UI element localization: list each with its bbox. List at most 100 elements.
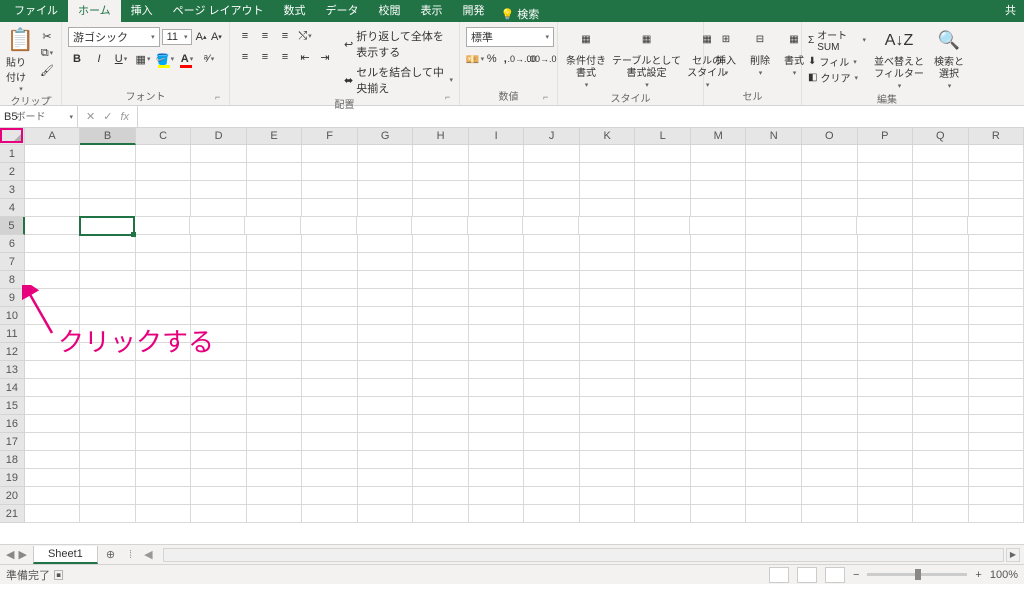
cell[interactable] [469, 505, 525, 523]
cell[interactable] [413, 451, 469, 469]
cell[interactable] [913, 235, 969, 253]
cell[interactable] [913, 415, 969, 433]
cell[interactable] [136, 343, 192, 361]
cell[interactable] [691, 235, 747, 253]
cell[interactable] [913, 217, 969, 235]
phonetic-button[interactable]: ᵃ⁄▾ [200, 50, 218, 68]
cell[interactable] [247, 145, 303, 163]
cell[interactable] [746, 415, 802, 433]
cell[interactable] [302, 145, 358, 163]
cell[interactable] [413, 163, 469, 181]
cell[interactable] [191, 253, 247, 271]
sheet-tab[interactable]: Sheet1 [33, 546, 98, 564]
cell[interactable] [469, 163, 525, 181]
cell[interactable] [913, 433, 969, 451]
cell[interactable] [802, 145, 858, 163]
underline-button[interactable]: U▾ [112, 50, 130, 68]
row-header[interactable]: 15 [0, 397, 25, 415]
cell[interactable] [524, 397, 580, 415]
cell[interactable] [580, 271, 636, 289]
cell[interactable] [247, 451, 303, 469]
cell[interactable] [802, 451, 858, 469]
cell[interactable] [913, 307, 969, 325]
cell[interactable] [858, 451, 914, 469]
row-header[interactable]: 20 [0, 487, 25, 505]
cell[interactable] [80, 451, 136, 469]
cell[interactable] [580, 397, 636, 415]
cell[interactable] [913, 469, 969, 487]
cell[interactable] [302, 433, 358, 451]
cell[interactable] [413, 145, 469, 163]
cell[interactable] [691, 271, 747, 289]
cell[interactable] [635, 397, 691, 415]
cell[interactable] [80, 307, 136, 325]
cell[interactable] [469, 433, 525, 451]
cell[interactable] [358, 433, 414, 451]
cell[interactable] [580, 199, 636, 217]
cell[interactable] [302, 235, 358, 253]
cell[interactable] [913, 379, 969, 397]
cell[interactable] [191, 379, 247, 397]
cell[interactable] [136, 487, 192, 505]
cell[interactable] [746, 253, 802, 271]
cell[interactable] [469, 451, 525, 469]
cell[interactable] [302, 487, 358, 505]
cell[interactable] [136, 199, 192, 217]
cell[interactable] [913, 199, 969, 217]
cell[interactable] [802, 235, 858, 253]
cell[interactable] [523, 217, 579, 235]
tab-review[interactable]: 校閲 [369, 0, 411, 22]
cell[interactable] [746, 379, 802, 397]
cell[interactable] [524, 181, 580, 199]
column-header[interactable]: R [969, 128, 1024, 144]
fill-color-button[interactable]: 🪣▾ [156, 50, 174, 68]
cell[interactable] [691, 163, 747, 181]
select-all-button[interactable] [0, 128, 25, 144]
cell[interactable] [25, 487, 81, 505]
column-header[interactable]: K [580, 128, 636, 144]
cell[interactable] [191, 469, 247, 487]
cell[interactable] [247, 433, 303, 451]
cell[interactable] [358, 271, 414, 289]
cell[interactable] [524, 379, 580, 397]
cell[interactable] [580, 145, 636, 163]
cell[interactable] [80, 199, 136, 217]
row-header[interactable]: 2 [0, 163, 25, 181]
cell[interactable] [635, 505, 691, 523]
align-middle-icon[interactable]: ≡ [256, 27, 274, 45]
cell[interactable] [468, 217, 524, 235]
cell[interactable] [358, 379, 414, 397]
cell[interactable] [247, 487, 303, 505]
cell[interactable] [524, 361, 580, 379]
cell[interactable] [746, 469, 802, 487]
cell[interactable] [691, 343, 747, 361]
cell[interactable] [358, 325, 414, 343]
cell[interactable] [524, 343, 580, 361]
cell[interactable] [524, 253, 580, 271]
cell[interactable] [358, 307, 414, 325]
cell[interactable] [858, 505, 914, 523]
cell[interactable] [969, 379, 1024, 397]
bold-button[interactable]: B [68, 50, 86, 68]
cell[interactable] [302, 343, 358, 361]
cell[interactable] [858, 487, 914, 505]
cell[interactable] [969, 451, 1024, 469]
cell[interactable] [913, 289, 969, 307]
font-name-combo[interactable]: 游ゴシック▾ [68, 27, 160, 47]
cell[interactable] [913, 253, 969, 271]
cell[interactable] [913, 505, 969, 523]
increase-font-icon[interactable]: A▴ [194, 28, 207, 46]
cell[interactable] [302, 271, 358, 289]
border-button[interactable]: ▦▾ [134, 50, 152, 68]
cell[interactable] [635, 469, 691, 487]
cell[interactable] [858, 199, 914, 217]
cell[interactable] [469, 487, 525, 505]
cell[interactable] [913, 325, 969, 343]
cell[interactable] [969, 235, 1024, 253]
column-header[interactable]: H [413, 128, 469, 144]
row-header[interactable]: 14 [0, 379, 25, 397]
cell[interactable] [858, 397, 914, 415]
cell[interactable] [524, 199, 580, 217]
cell[interactable] [302, 505, 358, 523]
cell[interactable] [358, 253, 414, 271]
